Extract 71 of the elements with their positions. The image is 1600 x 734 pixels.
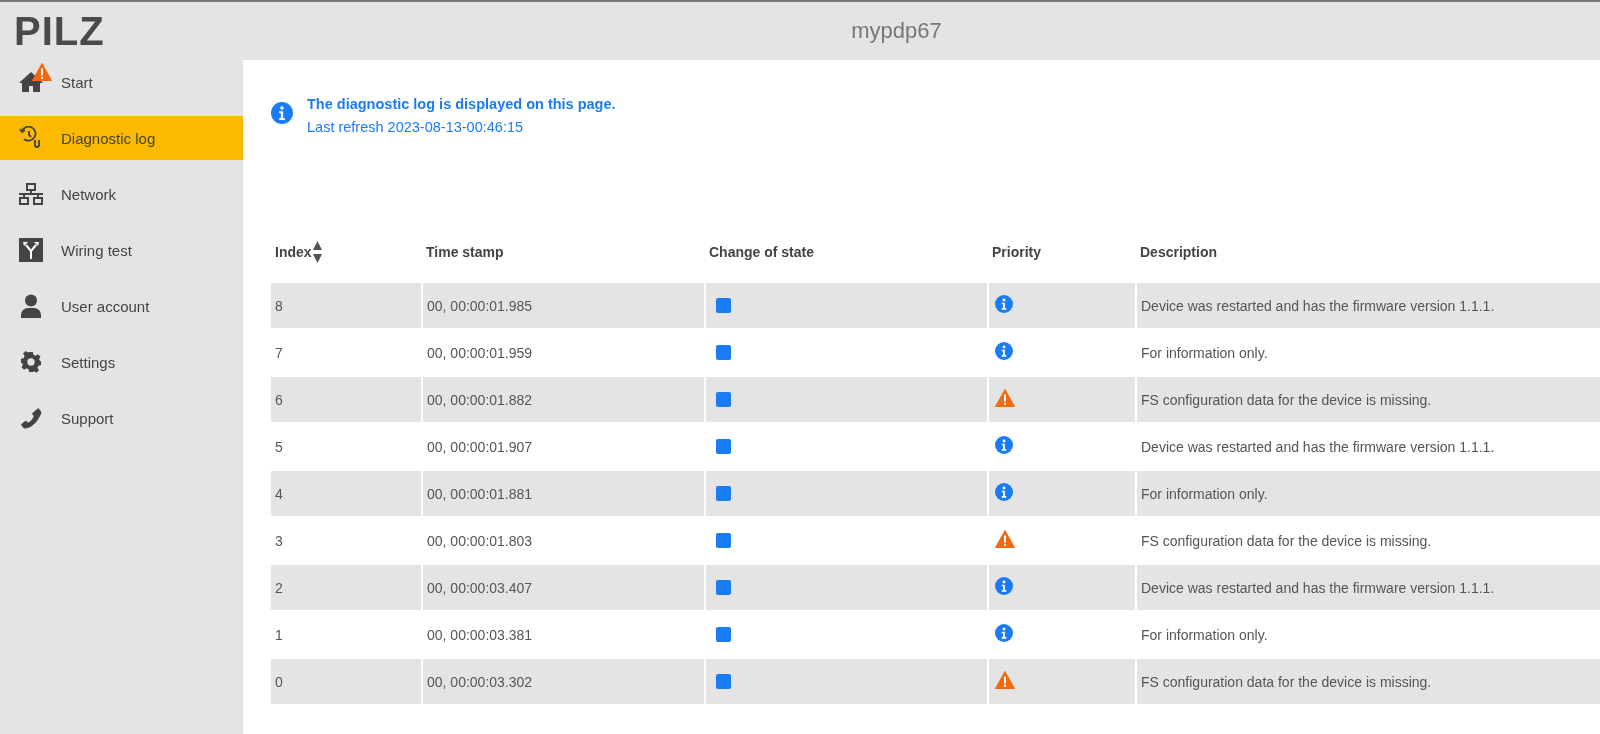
table-cell: Device was restarted and has the firmware version 1.1.1. (1141, 438, 1495, 455)
pilz-logo: PILZ (13, 8, 106, 54)
table-cell: 00, 00:00:01.959 (427, 344, 533, 361)
table-cell: FS configuration data for the device is missing. (1141, 673, 1432, 690)
sidebar-item[interactable]: Settings (0, 340, 243, 384)
sidebar-item[interactable]: User account (0, 284, 243, 328)
phone-icon (20, 407, 42, 429)
table-cell: 3 (275, 532, 283, 549)
sidebar-item[interactable]: Wiring test (0, 228, 243, 272)
state-square-icon (716, 392, 731, 407)
table-cell: 00, 00:00:03.302 (427, 673, 533, 690)
table-cell: 6 (275, 391, 283, 408)
table-cell: For information only. (1141, 344, 1268, 361)
last-refresh-text: Last refresh 2023-08-13-00:46:15 (307, 119, 525, 135)
info-icon (995, 624, 1013, 642)
table-cell: 8 (275, 297, 283, 314)
info-icon (995, 436, 1013, 454)
fork-arrows-icon (19, 238, 43, 262)
table-cell: FS configuration data for the device is missing. (1141, 532, 1432, 549)
table-cell: 00, 00:00:01.882 (427, 391, 533, 408)
info-icon (995, 342, 1013, 360)
warning-icon (32, 63, 52, 81)
table-cell: For information only. (1141, 626, 1268, 643)
settings-icon (20, 351, 42, 373)
sort-icon[interactable] (311, 240, 323, 264)
warning-icon (995, 671, 1015, 689)
table-cell: 00, 00:00:03.381 (427, 626, 533, 643)
state-square-icon (716, 298, 731, 313)
table-cell: Device was restarted and has the firmware version 1.1.1. (1141, 297, 1495, 314)
table-cell: 1 (275, 626, 283, 643)
history-stethoscope-icon (19, 126, 43, 150)
table-cell: 00, 00:00:03.407 (427, 579, 533, 596)
info-icon (271, 102, 293, 124)
table-cell: 2 (275, 579, 283, 596)
table-cell: 00, 00:00:01.881 (427, 485, 533, 502)
table-cell: 00, 00:00:01.803 (427, 532, 533, 549)
table-cell: 00, 00:00:01.985 (427, 297, 533, 314)
info-message: The diagnostic log is displayed on this page. (307, 96, 616, 112)
state-square-icon (716, 674, 731, 689)
table-cell: FS configuration data for the device is missing. (1141, 391, 1432, 408)
sidebar-item[interactable]: Network (0, 172, 243, 216)
table-cell: Device was restarted and has the firmware version 1.1.1. (1141, 579, 1495, 596)
info-icon (995, 295, 1013, 313)
state-square-icon (716, 439, 731, 454)
state-square-icon (716, 627, 731, 642)
column-header: Time stamp (426, 244, 504, 260)
sidebar-item[interactable]: Diagnostic log (0, 116, 243, 160)
state-square-icon (716, 580, 731, 595)
state-square-icon (716, 486, 731, 501)
table-cell: 5 (275, 438, 283, 455)
sidebar-item[interactable]: Support (0, 396, 243, 440)
device-name: mypdp67 (850, 18, 943, 44)
user-icon (20, 294, 42, 318)
column-header: Description (1140, 244, 1217, 260)
sidebar-item[interactable]: Start (0, 60, 243, 104)
state-square-icon (716, 345, 731, 360)
column-header[interactable]: Index (275, 244, 312, 260)
home-icon (18, 71, 44, 93)
state-square-icon (716, 533, 731, 548)
column-header: Change of state (709, 244, 814, 260)
info-icon (995, 577, 1013, 595)
info-icon (995, 483, 1013, 501)
network-icon (18, 183, 44, 205)
table-cell: 4 (275, 485, 283, 502)
table-cell: For information only. (1141, 485, 1268, 502)
warning-icon (995, 389, 1015, 407)
table-cell: 0 (275, 673, 283, 690)
warning-icon (995, 530, 1015, 548)
table-cell: 7 (275, 344, 283, 361)
column-header: Priority (992, 244, 1041, 260)
table-cell: 00, 00:00:01.907 (427, 438, 533, 455)
